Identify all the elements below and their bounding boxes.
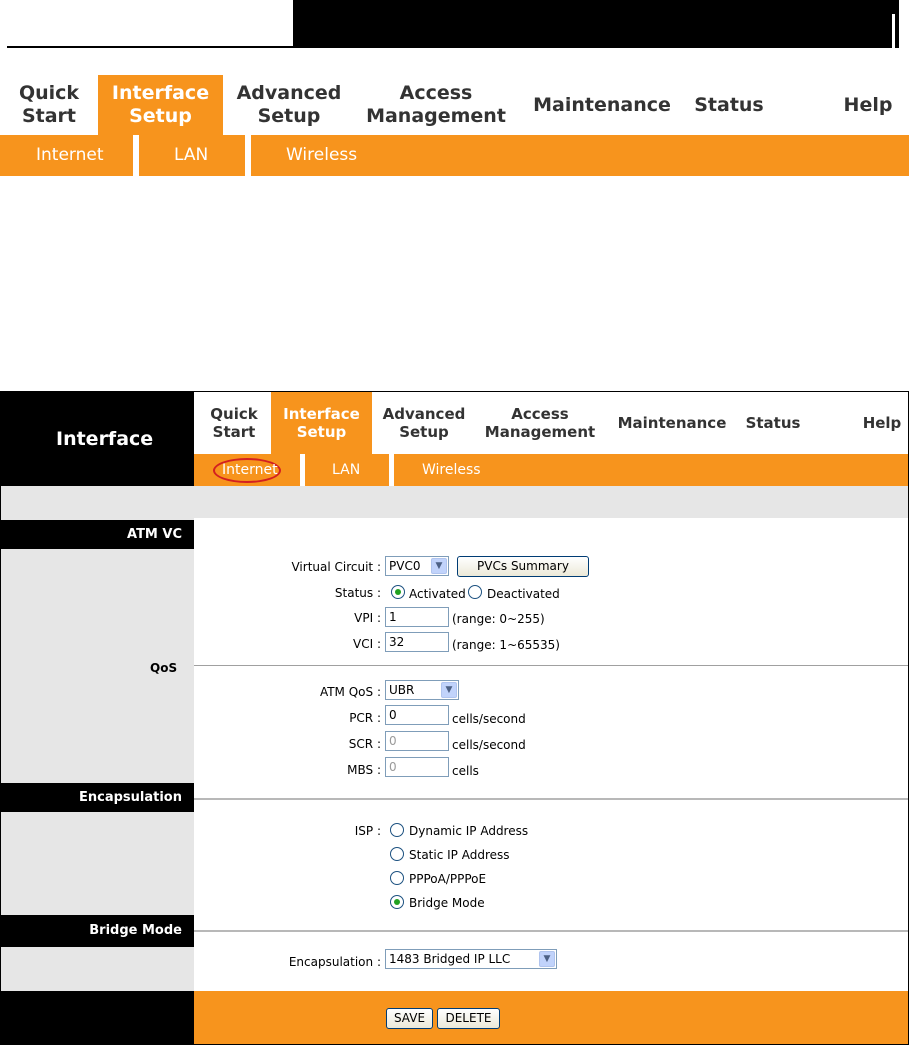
banner-divider xyxy=(892,14,895,48)
pvcs-summary-button[interactable]: PVCs Summary xyxy=(457,556,589,577)
scr-input[interactable]: 0 xyxy=(385,731,449,751)
status-label: Status : xyxy=(334,586,381,600)
nav-maintenance[interactable]: Maintenance xyxy=(612,392,732,454)
nav-help[interactable]: Help xyxy=(854,392,908,454)
nav-access-management[interactable]: Access Management xyxy=(362,75,510,135)
top-main-nav: Quick Start Interface Setup Advanced Setup … xyxy=(0,75,909,135)
vci-range: (range: 1~65535) xyxy=(452,638,560,652)
subnav-wireless[interactable]: Wireless xyxy=(422,454,481,486)
nav-advanced-setup[interactable]: Advanced Setup xyxy=(228,75,350,135)
vpi-range: (range: 0~255) xyxy=(452,612,545,626)
encapsulation-value: 1483 Bridged IP LLC xyxy=(389,952,511,966)
top-black-banner xyxy=(293,0,899,48)
section-qos: QoS xyxy=(150,661,178,675)
nav-quick-start[interactable]: Quick Start xyxy=(196,392,272,454)
pcr-input[interactable]: 0 xyxy=(385,705,449,725)
status-activated-radio[interactable] xyxy=(391,585,405,599)
mbs-unit: cells xyxy=(452,764,479,778)
section-encapsulation: Encapsulation xyxy=(1,783,194,812)
atm-qos-select[interactable]: UBR ▼ xyxy=(385,680,459,700)
isp-pppoa-pppoe-label: PPPoA/PPPoE xyxy=(409,872,487,886)
mbs-input[interactable]: 0 xyxy=(385,757,449,777)
footer-bar: SAVE DELETE xyxy=(1,991,908,1044)
subnav-separator xyxy=(300,454,305,486)
virtual-circuit-label: Virtual Circuit : xyxy=(291,560,381,574)
subnav-separator xyxy=(389,454,394,486)
isp-static-ip-radio[interactable] xyxy=(390,847,404,861)
virtual-circuit-value: PVC0 xyxy=(389,559,421,573)
nav-advanced-setup[interactable]: Advanced Setup xyxy=(376,392,472,454)
atm-qos-value: UBR xyxy=(389,683,415,697)
subnav-lan[interactable]: LAN xyxy=(332,454,360,486)
chevron-down-icon: ▼ xyxy=(431,558,447,574)
subnav-separator xyxy=(245,135,251,176)
top-rule xyxy=(7,46,293,48)
isp-dynamic-ip-label: Dynamic IP Address xyxy=(409,824,529,838)
pcr-label: PCR : xyxy=(349,711,381,725)
delete-button[interactable]: DELETE xyxy=(437,1008,500,1029)
nav-help[interactable]: Help xyxy=(830,75,906,135)
vpi-input[interactable]: 1 xyxy=(385,607,449,627)
chevron-down-icon: ▼ xyxy=(539,951,555,967)
nav-interface-setup[interactable]: Interface Setup xyxy=(271,392,372,454)
mbs-label: MBS : xyxy=(347,763,381,777)
subnav-wireless[interactable]: Wireless xyxy=(286,135,357,176)
divider xyxy=(194,930,908,932)
spacer-band xyxy=(1,486,908,518)
divider xyxy=(194,665,908,666)
nav-access-management[interactable]: Access Management xyxy=(482,392,598,454)
interface-setup-window: Interface Quick Start Interface Setup Adva… xyxy=(0,391,909,1045)
sub-nav: Internet LAN Wireless xyxy=(194,454,908,486)
scr-label: SCR : xyxy=(348,737,381,751)
encapsulation-select[interactable]: 1483 Bridged IP LLC ▼ xyxy=(385,949,557,969)
nav-status[interactable]: Status xyxy=(740,392,806,454)
isp-label: ISP : xyxy=(354,824,381,838)
atm-qos-label: ATM QoS : xyxy=(319,685,381,699)
save-button[interactable]: SAVE xyxy=(386,1008,433,1029)
vci-label: VCI : xyxy=(353,637,381,651)
main-nav: Quick Start Interface Setup Advanced Setup … xyxy=(194,392,908,454)
nav-quick-start[interactable]: Quick Start xyxy=(8,75,90,135)
subnav-lan[interactable]: LAN xyxy=(174,135,208,176)
virtual-circuit-select[interactable]: PVC0 ▼ xyxy=(385,556,449,576)
section-atm-vc: ATM VC xyxy=(1,520,194,549)
nav-interface-setup[interactable]: Interface Setup xyxy=(98,75,223,135)
subnav-internet[interactable]: Internet xyxy=(222,454,278,486)
isp-bridge-mode-radio[interactable] xyxy=(390,895,404,909)
chevron-down-icon: ▼ xyxy=(441,682,457,698)
encapsulation-label: Encapsulation : xyxy=(288,955,381,969)
subnav-separator xyxy=(133,135,139,176)
footer-left xyxy=(1,991,194,1044)
isp-bridge-mode-label: Bridge Mode xyxy=(409,896,485,910)
status-deactivated-radio[interactable] xyxy=(468,585,482,599)
isp-dynamic-ip-radio[interactable] xyxy=(390,823,404,837)
section-bridge-mode: Bridge Mode xyxy=(1,915,194,947)
vpi-label: VPI : xyxy=(354,611,381,625)
page-title: Interface xyxy=(1,392,194,486)
status-deactivated-label: Deactivated xyxy=(487,587,560,601)
footer-right xyxy=(194,991,908,1044)
divider xyxy=(194,798,908,800)
isp-pppoa-pppoe-radio[interactable] xyxy=(390,871,404,885)
scr-unit: cells/second xyxy=(452,738,526,752)
subnav-internet[interactable]: Internet xyxy=(36,135,104,176)
nav-status[interactable]: Status xyxy=(688,75,770,135)
top-sub-nav: Internet LAN Wireless xyxy=(0,135,909,176)
vci-input[interactable]: 32 xyxy=(385,632,449,652)
isp-static-ip-label: Static IP Address xyxy=(409,848,510,862)
pcr-unit: cells/second xyxy=(452,712,526,726)
nav-maintenance[interactable]: Maintenance xyxy=(528,75,676,135)
status-activated-label: Activated xyxy=(409,587,466,601)
